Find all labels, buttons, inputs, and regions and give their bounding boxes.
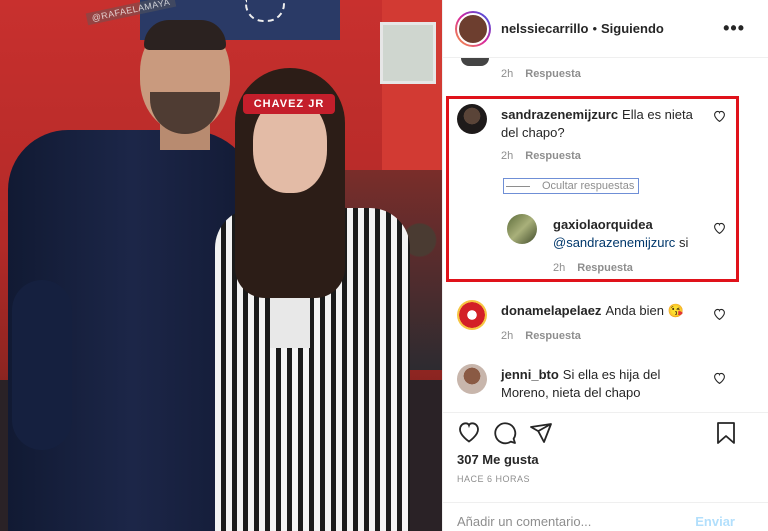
post-actions-bar xyxy=(443,412,768,452)
commenter-username[interactable]: jenni_bto xyxy=(501,367,559,382)
post-header: nelssiecarrillo • Siguiendo ••• xyxy=(443,0,768,58)
more-options-icon[interactable]: ••• xyxy=(723,18,745,39)
like-heart-icon[interactable] xyxy=(457,421,481,448)
partial-comment-meta: 2h Respuesta xyxy=(501,68,581,80)
partial-comment-avatar[interactable] xyxy=(461,58,489,66)
commenter-username[interactable]: donamelapelaez xyxy=(501,303,601,318)
reply-button[interactable]: Respuesta xyxy=(525,68,581,80)
bookmark-icon[interactable] xyxy=(715,421,737,450)
comment-meta: 2h Respuesta xyxy=(501,330,581,342)
following-button[interactable]: Siguiendo xyxy=(601,21,664,36)
like-comment-heart-icon[interactable] xyxy=(713,372,726,387)
comment-text: donamelapelaez Anda bien 😘 xyxy=(501,302,711,320)
comment-body: Anda bien 😘 xyxy=(605,303,684,318)
post-photo[interactable]: @RAFAELAMAYA CHAVEZ JR xyxy=(0,0,442,531)
comment-composer: Añadir un comentario... Enviar xyxy=(443,502,768,531)
man-arm xyxy=(12,280,72,450)
comment-time: 2h xyxy=(501,330,514,342)
author-avatar[interactable] xyxy=(455,10,491,47)
send-button[interactable]: Enviar xyxy=(695,514,735,529)
commenter-avatar[interactable] xyxy=(457,300,487,330)
comment-time: 2h xyxy=(501,68,514,80)
comment-icon[interactable] xyxy=(493,421,517,450)
highlight-box xyxy=(446,96,739,282)
woman-headband: CHAVEZ JR xyxy=(243,94,335,114)
author-username[interactable]: nelssiecarrillo xyxy=(501,21,588,36)
man-hair xyxy=(144,20,226,50)
commenter-avatar[interactable] xyxy=(457,364,487,394)
photo-woman: CHAVEZ JR xyxy=(215,68,415,531)
comment-text: jenni_bto Si ella es hija del Moreno, nie… xyxy=(501,366,691,402)
post-timestamp: HACE 6 HORAS xyxy=(457,474,531,484)
likes-count[interactable]: 307 Me gusta xyxy=(457,452,539,467)
header-separator: • xyxy=(592,21,598,36)
share-icon[interactable] xyxy=(529,421,553,450)
reply-button[interactable]: Respuesta xyxy=(525,330,581,342)
comment-input[interactable]: Añadir un comentario... xyxy=(457,514,591,529)
like-comment-heart-icon[interactable] xyxy=(713,308,726,323)
